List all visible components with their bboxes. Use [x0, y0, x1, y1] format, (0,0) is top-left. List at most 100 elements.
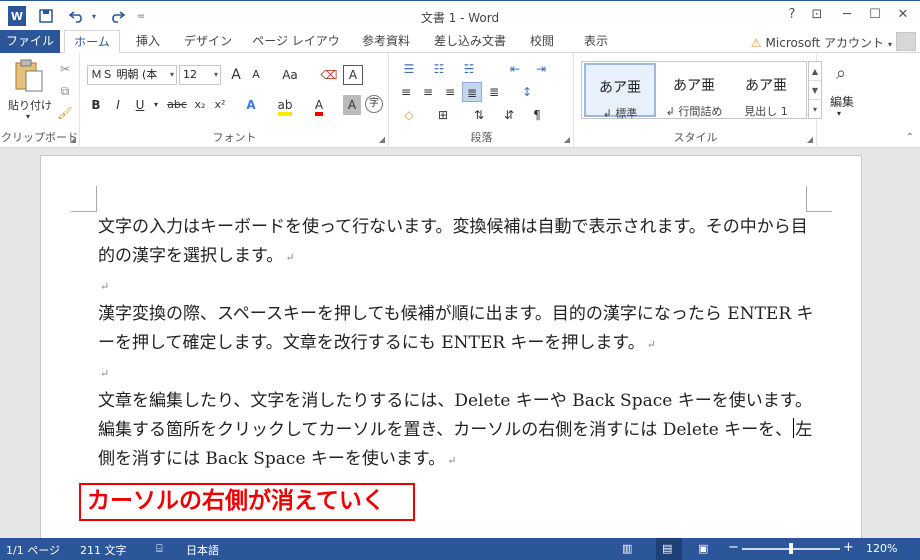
show-hide-icon[interactable]: ¶	[526, 105, 548, 125]
sort-icon[interactable]: ⇵	[498, 105, 520, 125]
zoom-level[interactable]: 120%	[866, 542, 897, 555]
asian-layout-icon[interactable]: ⇅	[468, 105, 490, 125]
document-area: 文字の入力はキーボードを使って行ないます。変換候補は自動で表示されます。その中か…	[0, 148, 920, 555]
shrink-font-button[interactable]: A	[247, 65, 265, 85]
editing-button[interactable]: 編集	[818, 93, 866, 110]
style-standard[interactable]: あア亜 ↲ 標準	[584, 63, 656, 120]
borders-icon[interactable]: ⊞	[430, 105, 456, 125]
increase-indent-icon[interactable]: ⇥	[530, 59, 552, 79]
align-right-icon[interactable]: ≡	[440, 82, 460, 102]
numbering-icon[interactable]: ☷	[426, 59, 452, 79]
dialog-launcher-icon[interactable]: ◢	[70, 135, 76, 144]
read-mode-icon[interactable]: ▥	[622, 542, 632, 555]
language-indicator[interactable]: 日本語	[186, 542, 219, 558]
style-sample: あア亜	[673, 78, 715, 94]
change-case-button[interactable]: Aa	[275, 65, 305, 85]
help-button[interactable]: ?	[779, 4, 805, 26]
paragraph-mark: ↵	[100, 367, 110, 380]
paste-icon	[15, 59, 43, 92]
close-button[interactable]: ✕	[890, 4, 916, 26]
highlight-icon[interactable]: ab	[275, 95, 295, 116]
clear-formatting-icon[interactable]: ⌫	[319, 65, 339, 85]
margin-corner-mark	[806, 186, 832, 212]
avatar[interactable]	[896, 32, 916, 51]
tab-mailings[interactable]: 差し込み文書	[428, 30, 512, 53]
italic-button[interactable]: I	[109, 95, 127, 115]
paste-button[interactable]: 貼り付け ▾	[8, 59, 52, 121]
word-count[interactable]: 211 文字	[80, 542, 127, 558]
zoom-out-button[interactable]: −	[728, 540, 739, 555]
font-color-icon[interactable]: A	[309, 95, 329, 116]
format-painter-icon[interactable]: 🖌	[56, 103, 74, 123]
minimize-button[interactable]: ─	[834, 4, 860, 26]
proofing-icon[interactable]: ⌸	[156, 542, 163, 556]
empty-paragraph[interactable]: ↵	[98, 358, 818, 388]
tab-view[interactable]: 表示	[578, 30, 614, 53]
copy-icon[interactable]: ⧉	[56, 81, 74, 101]
paragraph-group-label: 段落	[470, 131, 493, 144]
ribbon-tabs: ファイル ホーム 挿入 デザイン ページ レイアウト 参考資料 差し込み文書 校…	[0, 30, 920, 71]
align-center-icon[interactable]: ≡	[418, 82, 438, 102]
page-count[interactable]: 1/1 ページ	[6, 542, 60, 558]
chevron-down-icon[interactable]: ▾	[151, 95, 161, 115]
paragraph-3[interactable]: 文章を編集したり、文字を消したりするには、Delete キーや Back Spa…	[98, 387, 818, 475]
underline-button[interactable]: U	[131, 95, 149, 115]
paragraph-2[interactable]: 漢字変換の際、スペースキーを押しても候補が順に出ます。目的の漢字になったら EN…	[98, 300, 818, 359]
strikethrough-button[interactable]: abc	[165, 95, 189, 115]
style-no-spacing[interactable]: あア亜 ↲ 行間詰め	[658, 63, 730, 118]
superscript-button[interactable]: x²	[211, 95, 229, 115]
bullets-icon[interactable]: ☰	[396, 59, 422, 79]
tab-home[interactable]: ホーム	[64, 30, 120, 54]
font-name-combo[interactable]: ＭＳ 明朝 (本 ▾	[87, 65, 177, 85]
tab-insert[interactable]: 挿入	[128, 30, 168, 53]
text-effects-icon[interactable]: A	[241, 95, 261, 115]
enclosed-character-icon[interactable]: 字	[365, 95, 383, 113]
tab-references[interactable]: 参考資料	[356, 30, 416, 53]
character-shading-icon[interactable]: A	[343, 95, 361, 115]
paragraph-group: ☰ ☷ ☵ ⇤ ⇥ ≡ ≡ ≡ ≣ ≣ ↕ ◇ ⊞ ⇅ ⇵ ¶ 段落 ◢	[390, 53, 574, 148]
zoom-slider-thumb[interactable]	[789, 543, 793, 554]
line-spacing-icon[interactable]: ↕	[516, 82, 538, 102]
paragraph-1[interactable]: 文字の入力はキーボードを使って行ないます。変換候補は自動で表示されます。その中か…	[98, 213, 818, 272]
web-layout-icon[interactable]: ▣	[698, 542, 708, 555]
distributed-icon[interactable]: ≣	[484, 82, 504, 102]
tab-review[interactable]: 校閲	[524, 30, 560, 53]
chevron-down-icon: ▾	[26, 112, 31, 121]
font-size-combo[interactable]: 12 ▾	[179, 65, 221, 85]
dialog-launcher-icon[interactable]: ◢	[807, 135, 813, 144]
tab-file[interactable]: ファイル	[0, 30, 60, 53]
align-left-icon[interactable]: ≡	[396, 82, 416, 102]
bold-button[interactable]: B	[87, 95, 105, 115]
chevron-down-icon: ▾	[887, 40, 892, 49]
justify-icon[interactable]: ≣	[462, 82, 482, 102]
editing-group: ⌕ 編集 ▾	[818, 53, 866, 148]
account-link[interactable]: ⚠ Microsoft アカウント ▾	[751, 34, 892, 51]
paragraph-text: 漢字変換の際、スペースキーを押しても候補が順に出ます。目的の漢字になったら EN…	[98, 304, 814, 353]
zoom-in-button[interactable]: +	[843, 540, 854, 555]
empty-paragraph[interactable]: ↵	[98, 271, 818, 301]
styles-group-label: スタイル	[673, 131, 718, 144]
tab-page-layout[interactable]: ページ レイアウト	[248, 30, 344, 71]
subscript-button[interactable]: x₂	[191, 95, 209, 115]
ribbon-display-options-button[interactable]: ⊡	[804, 4, 830, 26]
style-heading-1[interactable]: あア亜 見出し 1	[730, 63, 802, 118]
multilevel-list-icon[interactable]: ☵	[456, 59, 482, 79]
dialog-launcher-icon[interactable]: ◢	[379, 135, 385, 144]
binoculars-icon[interactable]: ⌕	[826, 61, 856, 87]
paragraph-mark: ↵	[447, 454, 457, 467]
style-sample: あア亜	[745, 78, 787, 94]
shading-icon[interactable]: ◇	[396, 105, 422, 125]
character-border-icon[interactable]: A	[343, 65, 363, 85]
ribbon-home: 貼り付け ▾ ✂ ⧉ 🖌 クリップボード ◢ ＭＳ 明朝 (本 ▾ 12 ▾ A A…	[0, 53, 920, 148]
collapse-ribbon-icon[interactable]: ⌃	[906, 132, 914, 143]
tab-design[interactable]: デザイン	[180, 30, 236, 53]
decrease-indent-icon[interactable]: ⇤	[504, 59, 526, 79]
cut-icon[interactable]: ✂	[56, 59, 74, 79]
chevron-down-icon: ▾	[169, 70, 174, 79]
print-layout-glyph: ▤	[662, 542, 673, 555]
margin-corner-mark	[71, 186, 97, 212]
dialog-launcher-icon[interactable]: ◢	[564, 135, 570, 144]
paste-label: 貼り付け	[8, 99, 52, 112]
grow-font-button[interactable]: A	[227, 65, 245, 85]
maximize-button[interactable]: ☐	[862, 4, 888, 26]
